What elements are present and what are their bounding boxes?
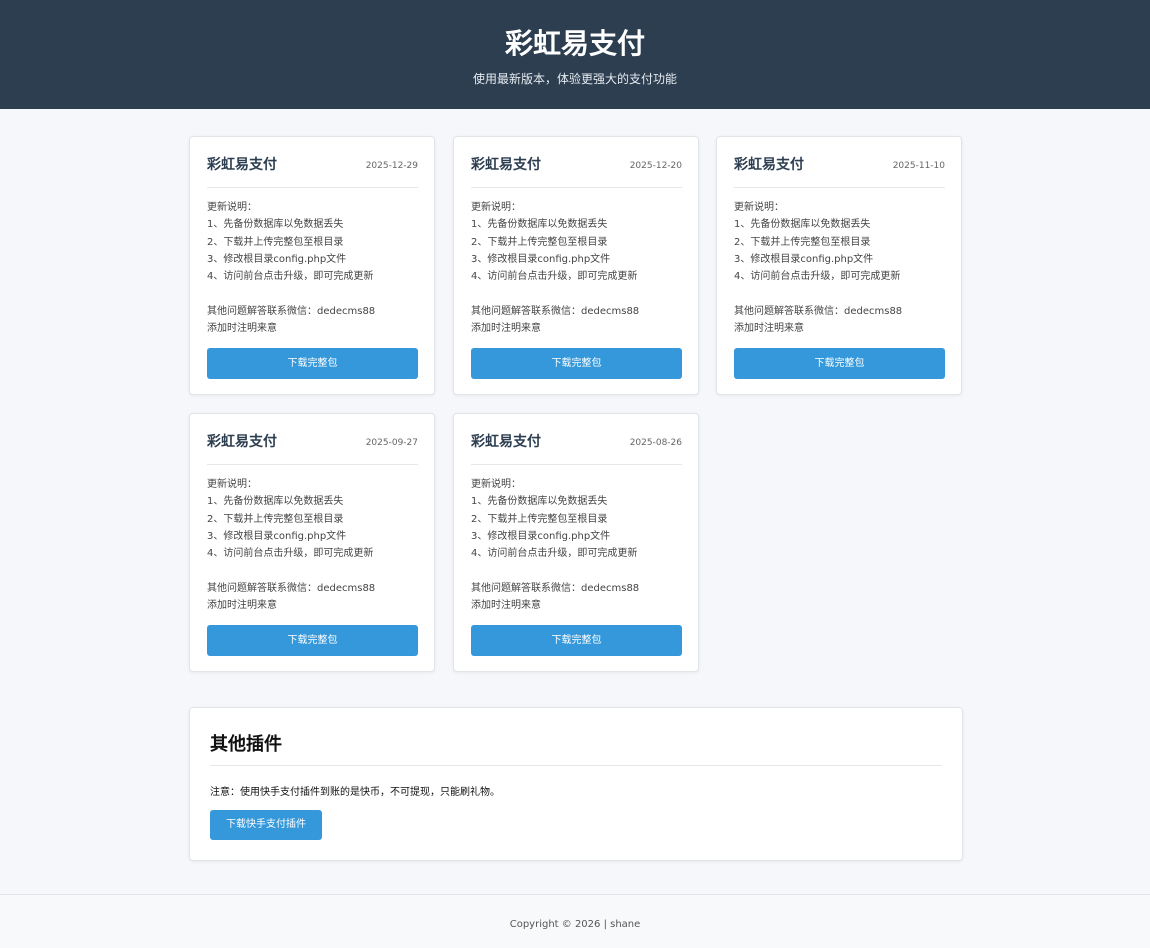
note-spacer xyxy=(207,562,424,579)
note-spacer xyxy=(471,285,688,302)
note-line: 4、访问前台点击升级，即可完成更新 xyxy=(207,548,374,560)
release-notes: 更新说明： 1、先备份数据库以免数据丢失 2、下载并上传完整包至根目录 3、修改… xyxy=(734,199,951,337)
release-card: 彩虹易支付 2025-08-26 更新说明： 1、先备份数据库以免数据丢失 2、… xyxy=(453,413,699,672)
note-line: 3、修改根目录config.php文件 xyxy=(471,253,611,265)
release-notes: 更新说明： 1、先备份数据库以免数据丢失 2、下载并上传完整包至根目录 3、修改… xyxy=(207,476,424,614)
release-title: 彩虹易支付 xyxy=(471,157,541,173)
note-line: 更新说明： xyxy=(471,479,521,490)
note-line: 3、修改根目录config.php文件 xyxy=(207,530,347,542)
note-spacer xyxy=(207,285,424,302)
note-line: 2、下载并上传完整包至根目录 xyxy=(734,236,871,248)
release-title: 彩虹易支付 xyxy=(207,157,277,173)
release-notes: 更新说明： 1、先备份数据库以免数据丢失 2、下载并上传完整包至根目录 3、修改… xyxy=(207,199,424,337)
note-line: 更新说明： xyxy=(471,202,521,213)
note-line: 其他问题解答联系微信：dedecms88 xyxy=(471,582,640,594)
download-package-button[interactable]: 下载完整包 xyxy=(734,348,945,379)
release-title: 彩虹易支付 xyxy=(471,434,541,450)
card-divider xyxy=(207,187,418,188)
note-line: 1、先备份数据库以免数据丢失 xyxy=(207,496,344,508)
release-date: 2025-12-29 xyxy=(365,161,418,171)
release-date: 2025-12-20 xyxy=(629,161,682,171)
copyright-text: Copyright © 2026 | shane xyxy=(509,919,641,930)
note-line: 更新说明： xyxy=(207,202,257,213)
page-subtitle: 使用最新版本，体验更强大的支付功能 xyxy=(472,72,677,86)
note-line: 其他问题解答联系微信：dedecms88 xyxy=(207,582,376,594)
note-line: 4、访问前台点击升级，即可完成更新 xyxy=(471,271,638,283)
download-package-button[interactable]: 下载完整包 xyxy=(207,625,418,656)
download-package-button[interactable]: 下载完整包 xyxy=(471,348,682,379)
release-date: 2025-08-26 xyxy=(629,438,682,448)
card-divider xyxy=(734,187,945,188)
card-divider xyxy=(207,464,418,465)
note-line: 添加时注明来意 xyxy=(471,323,541,335)
note-line: 4、访问前台点击升级，即可完成更新 xyxy=(734,271,901,283)
release-title: 彩虹易支付 xyxy=(734,157,804,173)
card-divider xyxy=(471,187,682,188)
section-divider xyxy=(210,765,942,766)
note-spacer xyxy=(734,285,951,302)
note-line: 其他问题解答联系微信：dedecms88 xyxy=(471,305,640,317)
download-package-button[interactable]: 下载完整包 xyxy=(471,625,682,656)
release-card: 彩虹易支付 2025-12-29 更新说明： 1、先备份数据库以免数据丢失 2、… xyxy=(189,136,435,395)
note-line: 其他问题解答联系微信：dedecms88 xyxy=(207,305,376,317)
note-line: 添加时注明来意 xyxy=(207,323,277,335)
release-title: 彩虹易支付 xyxy=(207,434,277,450)
note-line: 添加时注明来意 xyxy=(471,600,541,612)
release-notes: 更新说明： 1、先备份数据库以免数据丢失 2、下载并上传完整包至根目录 3、修改… xyxy=(471,199,688,337)
note-line: 2、下载并上传完整包至根目录 xyxy=(207,513,344,525)
download-kuaishou-plugin-button[interactable]: 下载快手支付插件 xyxy=(210,810,322,840)
page-header: 彩虹易支付 使用最新版本，体验更强大的支付功能 xyxy=(0,0,1150,109)
release-date: 2025-09-27 xyxy=(365,438,418,448)
note-line: 3、修改根目录config.php文件 xyxy=(471,530,611,542)
note-line: 更新说明： xyxy=(734,202,784,213)
note-line: 1、先备份数据库以免数据丢失 xyxy=(207,219,344,231)
note-line: 1、先备份数据库以免数据丢失 xyxy=(471,219,608,231)
note-line: 4、访问前台点击升级，即可完成更新 xyxy=(471,548,638,560)
release-card: 彩虹易支付 2025-12-20 更新说明： 1、先备份数据库以免数据丢失 2、… xyxy=(453,136,699,395)
note-line: 2、下载并上传完整包至根目录 xyxy=(207,236,344,248)
note-line: 1、先备份数据库以免数据丢失 xyxy=(734,219,871,231)
page-footer: Copyright © 2026 | shane xyxy=(0,894,1150,948)
card-divider xyxy=(471,464,682,465)
note-line: 更新说明： xyxy=(207,479,257,490)
page-title: 彩虹易支付 xyxy=(504,27,645,60)
note-line: 3、修改根目录config.php文件 xyxy=(207,253,347,265)
section-title: 其他插件 xyxy=(210,734,282,755)
release-notes: 更新说明： 1、先备份数据库以免数据丢失 2、下载并上传完整包至根目录 3、修改… xyxy=(471,476,688,614)
release-card: 彩虹易支付 2025-11-10 更新说明： 1、先备份数据库以免数据丢失 2、… xyxy=(716,136,962,395)
note-line: 3、修改根目录config.php文件 xyxy=(734,253,874,265)
other-plugins-section: 其他插件 注意：使用快手支付插件到账的是快币，不可提现，只能刷礼物。 下载快手支… xyxy=(189,707,963,861)
note-line: 添加时注明来意 xyxy=(207,600,277,612)
note-spacer xyxy=(471,562,688,579)
note-line: 其他问题解答联系微信：dedecms88 xyxy=(734,305,903,317)
note-line: 2、下载并上传完整包至根目录 xyxy=(471,236,608,248)
release-card: 彩虹易支付 2025-09-27 更新说明： 1、先备份数据库以免数据丢失 2、… xyxy=(189,413,435,672)
note-line: 2、下载并上传完整包至根目录 xyxy=(471,513,608,525)
note-line: 4、访问前台点击升级，即可完成更新 xyxy=(207,271,374,283)
note-line: 1、先备份数据库以免数据丢失 xyxy=(471,496,608,508)
release-date: 2025-11-10 xyxy=(892,161,945,171)
plugin-notice: 注意：使用快手支付插件到账的是快币，不可提现，只能刷礼物。 xyxy=(210,787,500,798)
note-line: 添加时注明来意 xyxy=(734,323,804,335)
download-package-button[interactable]: 下载完整包 xyxy=(207,348,418,379)
